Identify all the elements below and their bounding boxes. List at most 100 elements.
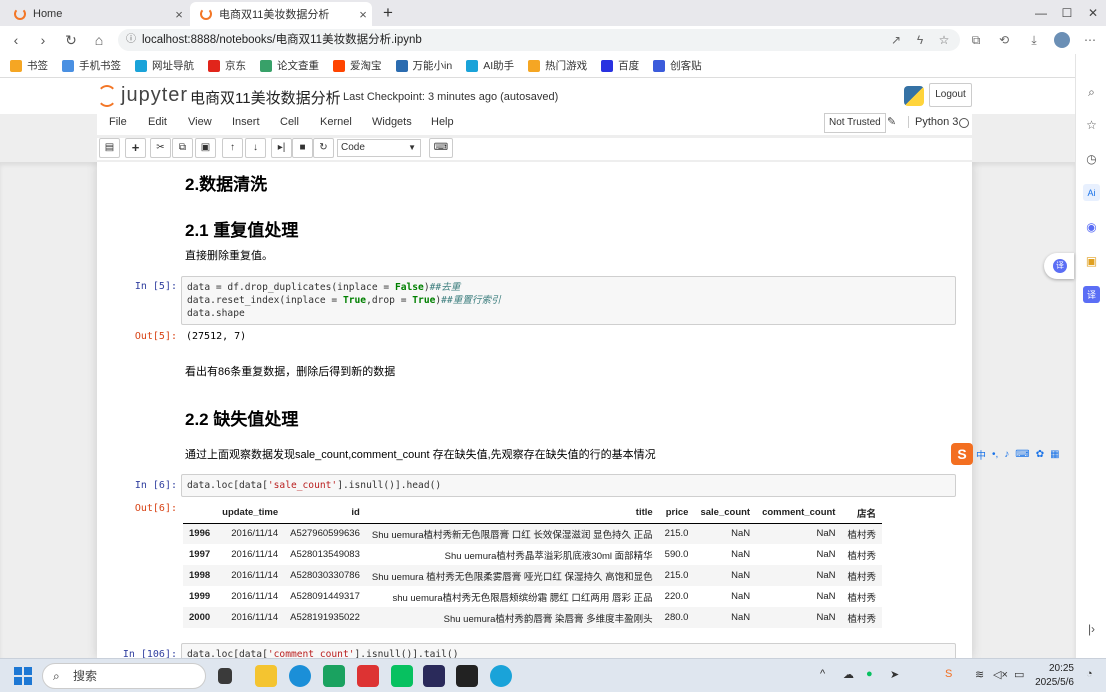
new-tab-button[interactable]: + [378,3,398,23]
menu-help[interactable]: Help [431,116,454,128]
input-prompt: In [5]: [134,281,177,292]
bookmark-item[interactable]: 论文查重 [260,58,319,73]
download-icon[interactable]: ⤓ [1024,30,1044,50]
move-down-icon[interactable]: ↓ [245,138,266,158]
taskbar-clock[interactable]: 20:25 2025/5/6 [1035,662,1074,690]
notification-icon[interactable]: ◔ [1086,668,1093,680]
battery-icon[interactable]: ▭ [1014,668,1024,681]
forward-icon[interactable]: › [33,30,53,50]
home-icon[interactable]: ⌂ [89,30,109,50]
ime-skin-icon[interactable]: ✿ [1036,449,1044,460]
insert-cell-icon[interactable]: + [125,138,146,158]
star-icon[interactable]: ☆ [934,30,954,50]
avatar[interactable] [1052,30,1072,50]
keyboard-icon[interactable]: ⌨ [429,138,453,158]
menu-file[interactable]: File [109,116,127,128]
task-view-icon[interactable] [218,668,232,684]
restart-icon[interactable]: ↻ [313,138,334,158]
collapse-sidebar-icon[interactable]: |› [1083,620,1100,637]
cell-type-select[interactable]: Code ▼ [337,139,421,157]
ime-mic-icon[interactable]: ♪ [1004,449,1009,460]
bookmark-item[interactable]: 京东 [208,58,246,73]
bookmark-item[interactable]: 网址导航 [135,58,194,73]
edge-icon[interactable] [289,665,311,687]
extensions-icon[interactable]: ⧉ [966,30,986,50]
menu-view[interactable]: View [188,116,212,128]
minimize-icon[interactable]: — [1028,0,1054,26]
paste-icon[interactable]: ▣ [195,138,216,158]
menu-kernel[interactable]: Kernel [320,116,352,128]
ime-tray-icon[interactable]: S [945,668,952,680]
wps-icon[interactable] [357,665,379,687]
store-icon[interactable] [323,665,345,687]
notebook-scroll-area[interactable]: 2.数据清洗 2.1 重复值处理 直接删除重复值。 In [5]: data =… [0,162,1075,658]
browser-icon[interactable] [490,665,512,687]
history-icon[interactable]: ◷ [1083,150,1100,167]
favorites-icon[interactable]: ☆ [1083,116,1100,133]
cut-icon[interactable]: ✂ [150,138,171,158]
toolbox-icon[interactable]: ▣ [1083,252,1100,269]
table-cell: NaN [756,523,842,544]
back-icon[interactable]: ‹ [6,30,26,50]
wifi-icon[interactable]: ≋ [975,668,984,681]
taskbar-search-input[interactable]: ⌕ 搜索 [42,663,206,689]
terminal-icon[interactable] [456,665,478,687]
bookmark-item[interactable]: 爱淘宝 [333,58,382,73]
ime-apps-icon[interactable]: ▦ [1050,449,1059,460]
bookmark-item[interactable]: 热门游戏 [528,58,587,73]
translate-icon[interactable]: 译 [1083,286,1100,303]
ime-chinese-icon[interactable]: 中 [976,447,986,462]
wechat-icon[interactable] [391,665,413,687]
bookmark-item[interactable]: 手机书签 [62,58,121,73]
ime-punct-icon[interactable]: •, [992,449,998,460]
game-icon[interactable]: ◉ [1083,218,1100,235]
search-icon[interactable]: ⌕ [1083,84,1100,101]
menu-insert[interactable]: Insert [232,116,260,128]
trust-button[interactable]: Not Trusted [824,113,886,133]
volume-icon[interactable]: ◁× [993,668,1008,681]
menu-edit[interactable]: Edit [148,116,167,128]
windows-start-icon[interactable] [14,667,32,685]
bookmark-item[interactable]: AI助手 [466,58,514,73]
close-tab-icon[interactable]: × [170,7,188,22]
run-icon[interactable]: ▸| [271,138,292,158]
bookmark-item[interactable]: 万能小in [395,58,452,73]
save-icon[interactable]: ▤ [99,138,120,158]
jupyter-logo[interactable]: jupyter [97,84,188,107]
code-cell[interactable]: data.loc[data['sale_count'].isnull()].he… [181,474,956,497]
site-info-icon[interactable]: ⓘ [126,29,136,51]
menu-cell[interactable]: Cell [280,116,299,128]
lightning-icon[interactable]: ϟ [910,30,930,50]
stop-icon[interactable]: ■ [292,138,313,158]
copy-icon[interactable]: ⧉ [172,138,193,158]
move-up-icon[interactable]: ↑ [222,138,243,158]
more-icon[interactable]: ⋯ [1080,30,1100,50]
notebook-title[interactable]: 电商双11美妆数据分析 [190,87,341,108]
close-window-icon[interactable]: ✕ [1080,0,1106,26]
send-icon[interactable]: ➤ [890,668,899,681]
logout-button[interactable]: Logout [929,83,972,107]
tab-home[interactable]: Home × [4,2,188,26]
maximize-icon[interactable]: ☐ [1054,0,1080,26]
bookmark-item[interactable]: 书签 [10,58,48,73]
wechat-tray-icon[interactable]: ● [866,668,873,680]
bookmark-item[interactable]: 创客贴 [653,58,702,73]
close-tab-icon[interactable]: × [354,7,372,22]
bookmark-item[interactable]: 百度 [601,58,639,73]
share-icon[interactable]: ↗ [886,30,906,50]
history-icon[interactable]: ⟲ [994,30,1014,50]
reload-icon[interactable]: ↻ [61,30,81,50]
code-cell[interactable]: data = df.drop_duplicates(inplace = Fals… [181,276,956,325]
onedrive-icon[interactable]: ☁ [843,668,854,681]
tray-chevron-icon[interactable]: ^ [820,668,825,680]
code-cell[interactable]: data.loc[data['comment_count'].isnull()]… [181,643,956,658]
translate-float-button[interactable]: 译 [1044,253,1074,279]
ime-keyboard-icon[interactable]: ⌨ [1015,449,1029,460]
pycharm-icon[interactable] [423,665,445,687]
sogou-ime-icon[interactable]: S [951,443,973,465]
url-input[interactable]: ⓘ localhost:8888/notebooks/电商双11美妆数据分析.i… [118,29,960,51]
tab-notebook[interactable]: 电商双11美妆数据分析 × [190,2,372,26]
file-explorer-icon[interactable] [255,665,277,687]
menu-widgets[interactable]: Widgets [372,116,412,128]
ai-icon[interactable]: Ai [1083,184,1100,201]
